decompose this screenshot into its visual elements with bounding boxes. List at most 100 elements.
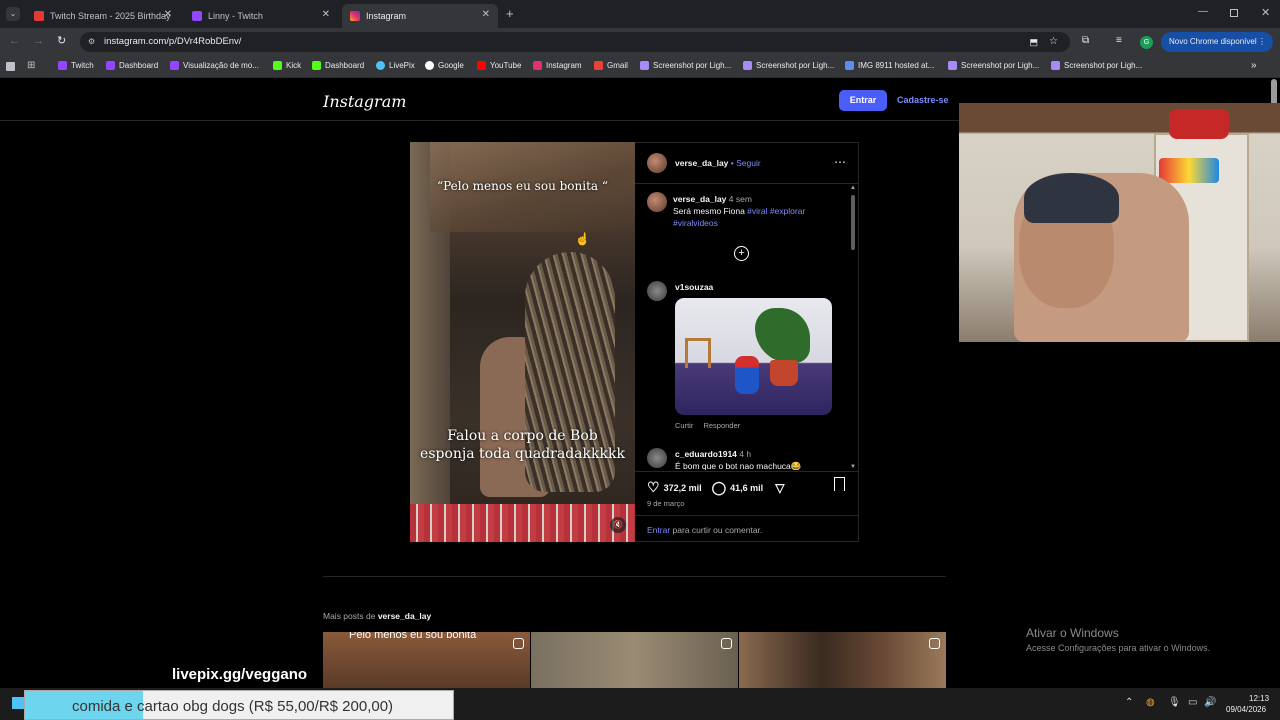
more-post-thumb-2[interactable] — [531, 632, 738, 688]
login-button[interactable]: Entrar — [839, 90, 887, 111]
bookmark-screenshot-4[interactable]: Screenshot por Ligh... — [1051, 61, 1142, 70]
reply-button[interactable]: Responder — [703, 421, 740, 430]
section-divider — [323, 576, 946, 577]
profile-avatar[interactable]: G — [1140, 36, 1153, 49]
donation-goal-text: comida e cartao obg dogs (R$ 55,00/R$ 20… — [72, 698, 394, 715]
bookmark-screenshot-1[interactable]: Screenshot por Ligh... — [640, 61, 731, 70]
tab-search-icon[interactable]: ⌄ — [6, 7, 20, 21]
site-info-icon[interactable]: ⚙ — [88, 32, 95, 52]
close-tab-icon[interactable]: ✕ — [322, 9, 330, 20]
bookmark-screenshot-2[interactable]: Screenshot por Ligh... — [743, 61, 834, 70]
bookmark-screenshot-3[interactable]: Screenshot por Ligh... — [948, 61, 1039, 70]
clock-time[interactable]: 12:13 — [1249, 694, 1269, 703]
comment-avatar[interactable] — [647, 192, 667, 212]
bookmark-google[interactable]: Google — [425, 61, 464, 70]
bookmark-visualizacao[interactable]: Visualização de mo... — [170, 61, 259, 70]
signup-link[interactable]: Cadastre-se — [897, 95, 949, 105]
plus-circle-icon[interactable]: + — [734, 246, 749, 261]
bookmark-label: Gmail — [607, 61, 628, 70]
more-posts-user[interactable]: verse_da_lay — [378, 611, 431, 621]
comment-username[interactable]: v1souzaa — [675, 282, 713, 292]
like-comment-button[interactable]: Curtir — [675, 421, 693, 430]
clock-date[interactable]: 09/04/2026 — [1226, 705, 1266, 714]
author-username[interactable]: verse_da_lay — [675, 158, 728, 168]
bookmark-dashboard[interactable]: Dashboard — [106, 61, 158, 70]
url-input[interactable]: ⚙ instagram.com/p/DVr4RobDEnv/ ⬒ ☆ — [80, 32, 1070, 52]
twitch-icon — [58, 61, 67, 70]
image-host-icon — [845, 61, 854, 70]
heart-icon[interactable]: ♡ — [647, 479, 660, 496]
tray-app-icon[interactable]: ◍ — [1146, 697, 1155, 708]
actions-row: ♡ 372,2 mil ◯ 41,6 mil ▽ — [647, 479, 784, 496]
tab-twitch-stream[interactable]: Twitch Stream - 2025 Birthday ✕ — [26, 4, 180, 28]
extensions-icon[interactable]: ⧉ — [1082, 35, 1089, 46]
network-icon[interactable]: ▭ — [1188, 697, 1197, 708]
follow-button[interactable]: • Seguir — [731, 158, 761, 168]
reload-icon[interactable]: ↻ — [57, 34, 66, 47]
close-tab-icon[interactable]: ✕ — [482, 9, 490, 20]
bookmark-label: Screenshot por Ligh... — [653, 61, 732, 70]
instagram-logo[interactable]: Instagram — [323, 92, 406, 111]
mute-icon[interactable]: 🔇 — [610, 517, 626, 533]
comment-username[interactable]: c_eduardo1914 — [675, 449, 737, 459]
bookmarks-bar: ⊞ Twitch Dashboard Visualização de mo...… — [0, 56, 1280, 78]
chrome-update-button[interactable]: Novo Chrome disponível ⋮ — [1161, 32, 1273, 52]
bookmark-label: Visualização de mo... — [183, 61, 259, 70]
webcam-red-items — [1169, 109, 1229, 139]
login-link[interactable]: Entrar — [647, 525, 670, 535]
restore-icon[interactable] — [1230, 9, 1238, 17]
comment-gif[interactable] — [675, 298, 832, 415]
youtube-icon — [34, 11, 44, 21]
forward-icon[interactable]: → — [33, 35, 44, 47]
bookmark-youtube[interactable]: YouTube — [477, 61, 521, 70]
bookmark-kick[interactable]: Kick — [273, 61, 301, 70]
comment-icon[interactable]: ◯ — [712, 480, 727, 496]
more-posts-heading: Mais posts de verse_da_lay — [323, 611, 431, 621]
apps-grid-icon[interactable]: ⊞ — [27, 60, 35, 71]
minimize-icon[interactable]: — — [1198, 6, 1208, 17]
windows-start-icon[interactable] — [12, 697, 24, 709]
reel-icon — [929, 638, 940, 649]
reel-icon — [513, 638, 524, 649]
post-video[interactable]: “Pelo menos eu sou bonita “ Falou a corp… — [410, 142, 635, 542]
tray-chevron-icon[interactable]: ⌃ — [1125, 697, 1133, 708]
close-window-icon[interactable]: ✕ — [1261, 6, 1270, 19]
chrome-menu-icon[interactable]: ⋮ — [1258, 32, 1266, 52]
more-post-thumb-1[interactable]: Pelo menos eu sou bonita — [323, 632, 530, 688]
reel-icon — [721, 638, 732, 649]
bookmark-gmail[interactable]: Gmail — [594, 61, 628, 70]
instagram-icon — [350, 11, 360, 21]
bookmark-star-icon[interactable]: ☆ — [1049, 32, 1058, 52]
new-tab-button[interactable]: + — [506, 6, 514, 21]
more-post-thumb-3[interactable] — [739, 632, 946, 688]
more-bookmarks-icon[interactable]: » — [1251, 60, 1257, 71]
comments-scrollbar[interactable]: ▲ ▼ — [850, 185, 856, 470]
author-avatar[interactable] — [647, 153, 667, 173]
close-tab-icon[interactable]: ✕ — [164, 9, 172, 20]
bookmark-label: IMG 8911 hosted at... — [858, 61, 935, 70]
tab-linny-twitch[interactable]: Linny - Twitch ✕ — [184, 4, 338, 28]
post-side-panel: verse_da_lay • Seguir ⋯ verse_da_lay 4 s… — [635, 142, 859, 542]
share-icon[interactable]: ▽ — [775, 481, 784, 495]
bookmark-livepix[interactable]: LivePix — [376, 61, 415, 70]
bookmark-kick-dashboard[interactable]: Dashboard — [312, 61, 364, 70]
comment-avatar[interactable] — [647, 281, 667, 301]
media-controls-icon[interactable]: ≡ — [1116, 35, 1122, 46]
bookmark-twitch[interactable]: Twitch — [58, 61, 94, 70]
microphone-icon[interactable]: 🎙 — [1168, 697, 1181, 708]
more-options-icon[interactable]: ⋯ — [834, 155, 846, 169]
tab-instagram[interactable]: Instagram ✕ — [342, 4, 498, 28]
install-app-icon[interactable]: ⬒ — [1029, 32, 1038, 52]
save-bookmark-icon[interactable] — [834, 477, 845, 491]
comment-username[interactable]: verse_da_lay — [673, 194, 726, 204]
volume-icon[interactable]: 🔊 — [1204, 697, 1216, 708]
tab-groups-icon[interactable] — [6, 62, 15, 71]
bookmark-instagram[interactable]: Instagram — [533, 61, 582, 70]
back-icon[interactable]: ← — [9, 35, 20, 47]
bookmark-label: Instagram — [546, 61, 582, 70]
author-comment: verse_da_lay 4 sem Será mesmo Fiona #vir… — [673, 193, 845, 229]
more-posts-prefix: Mais posts de — [323, 611, 378, 621]
bookmark-img-hosted[interactable]: IMG 8911 hosted at... — [845, 61, 934, 70]
comment-avatar[interactable] — [647, 448, 667, 468]
bookmark-label: Dashboard — [119, 61, 159, 70]
